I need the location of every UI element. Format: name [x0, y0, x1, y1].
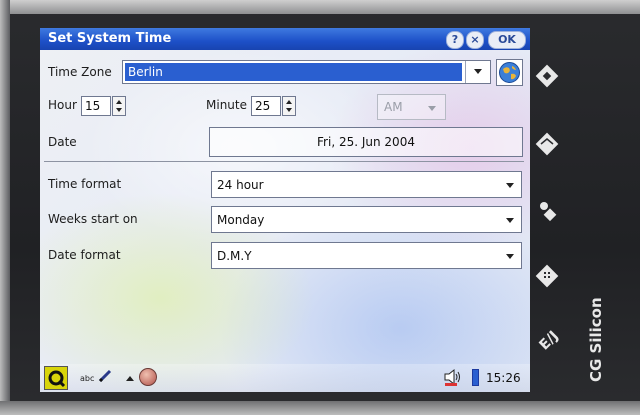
device-bezel-bottom — [0, 401, 640, 415]
section-divider — [44, 161, 524, 162]
calculator-icon[interactable] — [533, 262, 561, 290]
app-menu-orb[interactable] — [139, 368, 157, 386]
minute-input[interactable]: 25 — [251, 96, 281, 116]
weeks-start-select[interactable]: Monday — [211, 206, 522, 233]
ampm-value: AM — [384, 100, 403, 114]
battery-icon[interactable] — [472, 369, 479, 386]
date-format-value: D.M.Y — [217, 249, 252, 263]
hour-spinner[interactable] — [112, 96, 126, 116]
chevron-down-icon — [474, 69, 482, 74]
mail-icon[interactable] — [533, 130, 561, 158]
brand-logo: CG Silicon — [587, 297, 605, 382]
hour-value: 15 — [85, 99, 101, 113]
minute-value: 25 — [255, 99, 271, 113]
arrow-up-icon[interactable] — [126, 376, 134, 381]
arrow-up-icon[interactable] — [116, 100, 122, 104]
globe-icon — [499, 62, 520, 83]
chevron-down-icon — [428, 106, 436, 111]
start-button[interactable] — [44, 366, 68, 390]
svg-text:CG Silicon: CG Silicon — [587, 297, 605, 382]
time-zone-value: Berlin — [125, 63, 462, 81]
date-format-label: Date format — [48, 248, 121, 262]
screen: Set System Time ? × OK Time Zone Berlin … — [40, 28, 530, 392]
input-mode-indicator[interactable]: abc — [80, 374, 94, 383]
device-bezel-left — [0, 0, 10, 415]
clock[interactable]: 15:26 — [486, 371, 521, 385]
taskbar: abc 15:26 — [40, 364, 530, 392]
title-bar: Set System Time ? × OK — [40, 28, 530, 50]
time-format-select[interactable]: 24 hour — [211, 171, 522, 198]
time-zone-select[interactable]: Berlin — [122, 60, 491, 84]
arrow-down-icon[interactable] — [116, 108, 122, 112]
time-format-label: Time format — [48, 177, 122, 191]
date-picker-button[interactable]: Fri, 25. Jun 2004 — [209, 127, 523, 157]
close-button[interactable]: × — [466, 31, 484, 49]
device-frame: Set System Time ? × OK Time Zone Berlin … — [0, 0, 640, 415]
time-format-value: 24 hour — [217, 178, 264, 192]
minute-spinner[interactable] — [282, 96, 296, 116]
hour-label: Hour — [48, 98, 77, 112]
ampm-select[interactable]: AM — [377, 94, 446, 120]
window-title: Set System Time — [48, 31, 172, 46]
time-zone-label: Time Zone — [48, 65, 112, 79]
hour-input[interactable]: 15 — [81, 96, 111, 116]
language-icon[interactable]: E/J — [533, 326, 561, 354]
ok-button[interactable]: OK — [488, 31, 526, 49]
help-button[interactable]: ? — [446, 31, 464, 49]
chevron-down-icon — [506, 254, 514, 259]
arrow-down-icon[interactable] — [286, 108, 292, 112]
date-format-select[interactable]: D.M.Y — [211, 242, 522, 269]
minute-label: Minute — [206, 98, 247, 112]
contacts-icon[interactable] — [533, 196, 561, 224]
date-label: Date — [48, 135, 77, 149]
device-bezel-top — [0, 0, 640, 14]
time-zone-dropdown-button[interactable] — [465, 61, 490, 83]
weeks-start-value: Monday — [217, 213, 265, 227]
chevron-down-icon — [506, 183, 514, 188]
globe-button[interactable] — [496, 59, 523, 86]
weeks-start-label: Weeks start on — [48, 212, 138, 226]
svg-text:E/J: E/J — [536, 328, 561, 353]
home-icon[interactable] — [533, 62, 561, 90]
pencil-icon[interactable] — [98, 369, 112, 383]
arrow-up-icon[interactable] — [286, 100, 292, 104]
speaker-icon[interactable] — [443, 368, 463, 386]
chevron-down-icon — [506, 218, 514, 223]
q-logo-icon — [48, 370, 66, 388]
